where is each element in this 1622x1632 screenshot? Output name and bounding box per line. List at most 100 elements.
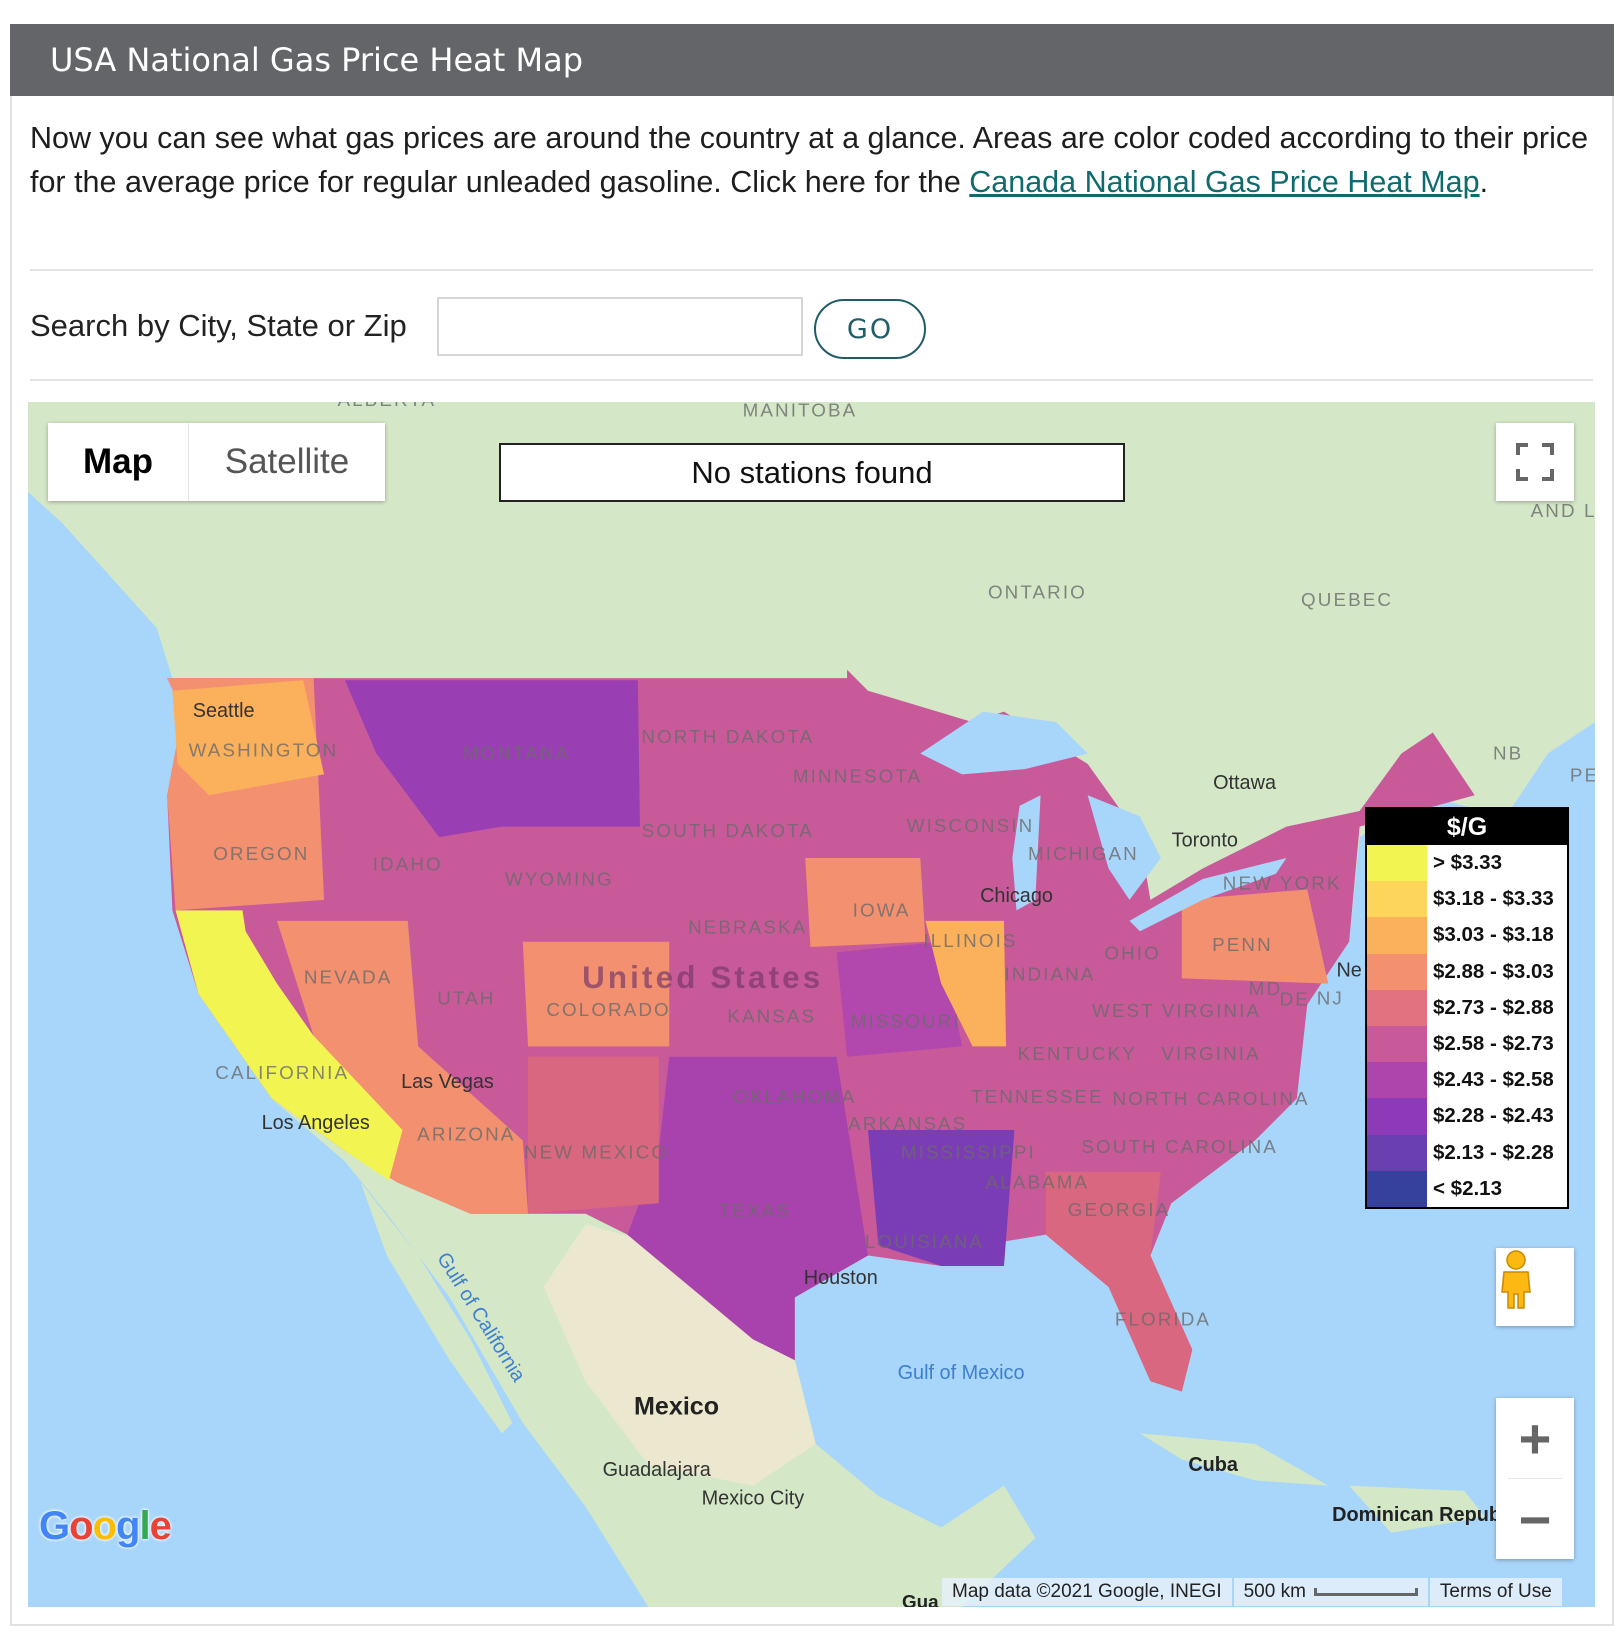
zoom-control: + − bbox=[1496, 1398, 1574, 1559]
map-label: SOUTH CAROLINA bbox=[1081, 1136, 1278, 1157]
map-label: MD bbox=[1249, 978, 1282, 999]
map-label: ALABAMA bbox=[986, 1172, 1090, 1193]
minus-icon: − bbox=[1518, 1487, 1552, 1551]
legend-label: $2.13 - $2.28 bbox=[1433, 1140, 1554, 1164]
legend-item: $3.18 - $3.33 bbox=[1367, 881, 1567, 918]
map-label: WYOMING bbox=[505, 868, 614, 889]
street-view-pegman[interactable] bbox=[1496, 1248, 1574, 1326]
map-label: MINNESOTA bbox=[793, 766, 922, 787]
legend-swatch bbox=[1367, 989, 1427, 1026]
map-canvas[interactable]: ALBERTA MANITOBA ONTARIO QUEBEC NB PE AND L Sea… bbox=[28, 402, 1595, 1607]
map-label: NEBRASKA bbox=[688, 916, 807, 937]
zoom-out-button[interactable]: − bbox=[1496, 1479, 1574, 1559]
search-input[interactable] bbox=[437, 297, 803, 356]
map-label: OREGON bbox=[213, 843, 309, 864]
map-label: COLORADO bbox=[546, 999, 670, 1020]
legend-swatch bbox=[1367, 1134, 1427, 1171]
legend-swatch bbox=[1367, 1025, 1427, 1063]
fullscreen-icon bbox=[1516, 443, 1554, 481]
map-label: PENN bbox=[1212, 934, 1273, 955]
divider bbox=[30, 269, 1593, 271]
intro-paragraph: Now you can see what gas prices are arou… bbox=[30, 116, 1600, 204]
legend-item: < $2.13 bbox=[1367, 1170, 1567, 1207]
map-label: INDIANA bbox=[1005, 963, 1096, 984]
plus-icon: + bbox=[1518, 1406, 1552, 1470]
map-label: KENTUCKY bbox=[1018, 1043, 1137, 1064]
legend-swatch bbox=[1367, 1098, 1427, 1135]
map-label: WEST VIRGINIA bbox=[1092, 1000, 1261, 1021]
legend-label: $2.43 - $2.58 bbox=[1433, 1068, 1554, 1092]
region-washington bbox=[172, 680, 325, 796]
map-label: Mexico City bbox=[702, 1487, 805, 1509]
legend-item: $2.13 - $2.28 bbox=[1367, 1134, 1567, 1171]
map-label: OKLAHOMA bbox=[733, 1086, 856, 1107]
map-label: Los Angeles bbox=[262, 1112, 370, 1134]
map-data-attribution: Map data ©2021 Google, INEGI bbox=[942, 1578, 1232, 1606]
map-label: FLORIDA bbox=[1115, 1309, 1211, 1330]
map-label: CALIFORNIA bbox=[215, 1062, 349, 1083]
map-label: PE bbox=[1570, 765, 1595, 786]
legend-label: $2.58 - $2.73 bbox=[1433, 1032, 1554, 1056]
map-label: Ne bbox=[1336, 959, 1361, 981]
map-label: NB bbox=[1493, 743, 1523, 764]
legend-item: $2.43 - $2.58 bbox=[1367, 1062, 1567, 1099]
map-label: NEW YORK bbox=[1223, 872, 1342, 893]
fullscreen-button[interactable] bbox=[1496, 423, 1574, 501]
gas-price-map[interactable]: ALBERTA MANITOBA ONTARIO QUEBEC NB PE AND L Sea… bbox=[28, 402, 1595, 1607]
map-type-control: Map Satellite bbox=[48, 423, 385, 501]
map-label: NORTH CAROLINA bbox=[1112, 1088, 1309, 1109]
map-label: GEORGIA bbox=[1068, 1199, 1170, 1220]
terms-of-use-link[interactable]: Terms of Use bbox=[1429, 1578, 1562, 1606]
map-label: Cuba bbox=[1188, 1454, 1239, 1476]
scale-bar bbox=[1313, 1588, 1418, 1596]
pegman-icon bbox=[1501, 1250, 1531, 1309]
legend-item: $2.28 - $2.43 bbox=[1367, 1098, 1567, 1135]
map-label: AND L bbox=[1531, 500, 1595, 521]
map-label: Guadalajara bbox=[603, 1459, 712, 1481]
legend-label: $2.73 - $2.88 bbox=[1433, 995, 1554, 1019]
legend-label: $2.28 - $2.43 bbox=[1433, 1104, 1554, 1128]
map-label: TENNESSEE bbox=[971, 1086, 1104, 1107]
legend-swatch bbox=[1367, 917, 1427, 954]
map-label: Mexico bbox=[634, 1393, 719, 1421]
page-title: USA National Gas Price Heat Map bbox=[10, 24, 1614, 96]
legend-item: > $3.33 bbox=[1367, 845, 1567, 882]
map-type-satellite-button[interactable]: Satellite bbox=[189, 423, 385, 501]
map-label: ARKANSAS bbox=[848, 1113, 967, 1134]
canada-map-link[interactable]: Canada National Gas Price Heat Map bbox=[969, 165, 1479, 199]
map-label: DE bbox=[1280, 989, 1310, 1010]
map-label: LOUISIANA bbox=[865, 1231, 984, 1252]
zoom-in-button[interactable]: + bbox=[1496, 1398, 1574, 1478]
map-label: Gulf of Mexico bbox=[898, 1362, 1025, 1384]
map-label: TEXAS bbox=[719, 1200, 791, 1221]
search-label: Search by City, State or Zip bbox=[30, 308, 407, 343]
map-label: Chicago bbox=[980, 885, 1053, 907]
map-label: IDAHO bbox=[373, 854, 443, 875]
map-type-map-button[interactable]: Map bbox=[48, 423, 189, 501]
map-label: ARIZONA bbox=[417, 1123, 515, 1144]
go-button[interactable]: GO bbox=[814, 299, 926, 359]
scale-control[interactable]: 500 km bbox=[1233, 1578, 1428, 1606]
map-label: SOUTH DAKOTA bbox=[642, 820, 814, 841]
legend-label: $3.18 - $3.33 bbox=[1433, 887, 1554, 911]
map-label: KANSAS bbox=[727, 1005, 816, 1026]
map-label: OHIO bbox=[1104, 943, 1160, 964]
google-logo: Google bbox=[39, 1504, 172, 1548]
legend-label: > $3.33 bbox=[1433, 851, 1502, 875]
legend-title: $/G bbox=[1367, 809, 1567, 845]
legend-item: $2.58 - $2.73 bbox=[1367, 1025, 1567, 1063]
legend-swatch bbox=[1367, 881, 1427, 918]
map-label: Ottawa bbox=[1213, 772, 1277, 794]
divider bbox=[30, 379, 1593, 381]
map-label: ILLINOIS bbox=[923, 930, 1017, 951]
legend-item: $2.73 - $2.88 bbox=[1367, 989, 1567, 1026]
legend-swatch bbox=[1367, 1062, 1427, 1099]
legend-swatch bbox=[1367, 845, 1427, 882]
map-label: United States bbox=[582, 960, 823, 995]
map-label: VIRGINIA bbox=[1161, 1043, 1260, 1064]
map-label: Las Vegas bbox=[401, 1071, 494, 1093]
map-label: NEVADA bbox=[304, 967, 393, 988]
map-label: Toronto bbox=[1172, 830, 1238, 852]
map-attribution-bar: Map data ©2021 Google, INEGI 500 km Term… bbox=[940, 1578, 1562, 1606]
map-label: QUEBEC bbox=[1301, 589, 1393, 610]
